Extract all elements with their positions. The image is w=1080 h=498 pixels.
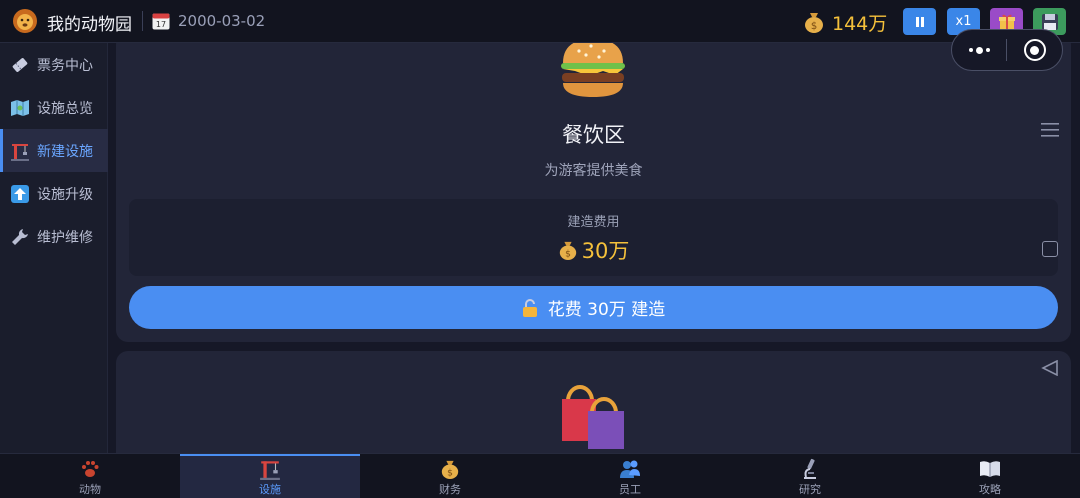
wrench-icon <box>10 227 30 247</box>
nav-tab-label: 设施 <box>259 483 281 496</box>
facility-description: 为游客提供美食 <box>544 163 643 179</box>
more-options-button[interactable] <box>952 30 1006 70</box>
bottom-nav: 动物 设施 $ 财务 员工 研究 攻略 <box>0 453 1080 498</box>
app-title: 我的动物园 <box>47 15 132 35</box>
sidebar-item-label: 新建设施 <box>37 143 93 160</box>
build-button-label: 花费 30万 建造 <box>547 300 666 320</box>
nav-tab-staff[interactable]: 员工 <box>540 454 720 498</box>
ticket-icon <box>10 55 30 75</box>
sidebar-item-label: 设施总览 <box>37 100 93 117</box>
microscope-icon <box>799 457 821 481</box>
svg-text:$: $ <box>565 249 571 259</box>
build-cost-box: 建造费用 $ 30万 <box>129 199 1058 276</box>
top-bar: 我的动物园 17 2000-03-02 $ 144万 x1 <box>0 0 1080 43</box>
money-balance: 144万 <box>832 13 888 35</box>
sidebar-item-new-facility[interactable]: 新建设施 <box>0 129 108 172</box>
mini-program-capsule <box>951 29 1063 71</box>
close-mini-program-button[interactable] <box>1007 30 1062 70</box>
nav-tab-research[interactable]: 研究 <box>720 454 900 498</box>
game-date: 2000-03-02 <box>178 12 266 30</box>
target-close-icon <box>1023 39 1046 61</box>
pause-icon <box>915 16 924 27</box>
nav-tab-guide[interactable]: 攻略 <box>900 454 1080 498</box>
facility-card <box>116 351 1071 453</box>
svg-text:$: $ <box>811 21 817 32</box>
nav-tab-label: 财务 <box>439 483 461 496</box>
facility-list[interactable]: 餐饮区 为游客提供美食 建造费用 $ 30万 花费 30万 建造 <box>116 43 1071 453</box>
facility-card: 餐饮区 为游客提供美食 建造费用 $ 30万 花费 30万 建造 <box>116 43 1071 342</box>
sidebar-item-facility-overview[interactable]: 设施总览 <box>0 86 108 129</box>
staff-icon <box>619 457 641 481</box>
system-back-icon[interactable] <box>1041 360 1059 376</box>
construction-crane-icon <box>259 457 281 481</box>
lion-logo-icon <box>13 9 37 33</box>
floppy-disk-icon <box>1041 13 1058 30</box>
book-icon <box>979 457 1001 481</box>
sidebar-item-facility-upgrade[interactable]: 设施升级 <box>0 172 108 215</box>
speed-label: x1 <box>955 14 972 29</box>
nav-tab-animals[interactable]: 动物 <box>0 454 180 498</box>
up-arrow-icon <box>10 184 30 204</box>
more-dot-icon <box>985 48 990 52</box>
build-button[interactable]: 花费 30万 建造 <box>129 286 1058 329</box>
build-cost-value: $ 30万 <box>129 235 1058 265</box>
facility-name: 餐饮区 <box>562 123 625 147</box>
nav-tab-label: 动物 <box>79 483 101 496</box>
more-dot-icon <box>968 48 973 52</box>
divider <box>142 11 143 31</box>
sidebar: 票务中心 设施总览 新建设施 设施升级 维护维修 <box>0 43 108 453</box>
money-bag-icon: $ <box>439 457 461 481</box>
nav-tab-label: 攻略 <box>979 483 1001 496</box>
nav-tab-finance[interactable]: $ 财务 <box>360 454 540 498</box>
sidebar-item-ticket-center[interactable]: 票务中心 <box>0 43 108 86</box>
app-root: 我的动物园 17 2000-03-02 $ 144万 x1 票务中心 设施总览 … <box>0 0 1080 498</box>
build-cost-amount: 30万 <box>581 239 630 263</box>
svg-text:$: $ <box>447 468 453 478</box>
sidebar-item-label: 设施升级 <box>37 186 93 203</box>
nav-tab-facilities[interactable]: 设施 <box>180 454 360 498</box>
build-cost-label: 建造费用 <box>567 215 620 230</box>
calendar-day: 17 <box>156 20 166 29</box>
sidebar-item-label: 票务中心 <box>37 57 93 74</box>
nav-tab-label: 研究 <box>799 483 821 496</box>
system-home-icon[interactable] <box>1042 241 1058 257</box>
construction-crane-icon <box>10 141 30 161</box>
calendar-icon: 17 <box>152 13 170 30</box>
shopping-bags-icon <box>562 385 624 449</box>
money-bag-icon: $ <box>559 241 576 260</box>
hamburger-food-icon <box>561 43 625 97</box>
pause-button[interactable] <box>903 8 936 35</box>
more-dot-icon <box>975 46 983 54</box>
map-icon <box>10 98 30 118</box>
sidebar-item-label: 维护维修 <box>37 229 93 246</box>
nav-tab-label: 员工 <box>619 483 641 496</box>
sidebar-item-maintenance[interactable]: 维护维修 <box>0 215 108 258</box>
system-menu-icon[interactable] <box>1041 122 1059 138</box>
unlocked-padlock-icon <box>522 298 537 317</box>
paw-icon <box>79 457 101 481</box>
money-bag-icon: $ <box>805 13 823 33</box>
gift-icon <box>998 14 1015 30</box>
